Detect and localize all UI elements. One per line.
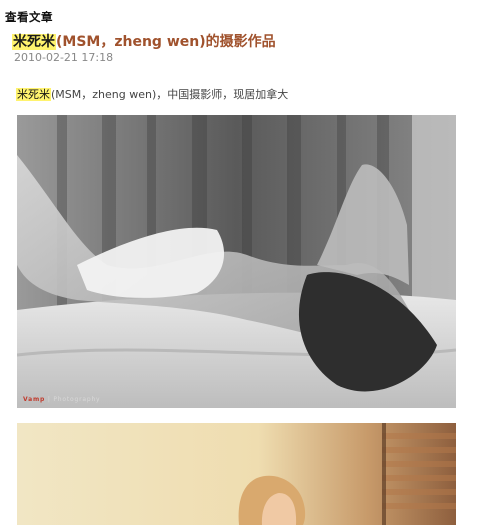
article-title[interactable]: 米死米(MSM，zheng wen)的摄影作品 bbox=[12, 32, 276, 52]
intro-highlight: 米死米 bbox=[16, 88, 51, 101]
title-highlight: 米死米 bbox=[12, 34, 56, 50]
section-header: 查看文章 bbox=[5, 10, 53, 24]
watermark-text: | Photography bbox=[47, 396, 101, 403]
article-date: 2010-02-21 17:18 bbox=[14, 51, 114, 64]
title-text: (MSM，zheng wen)的摄影作品 bbox=[56, 34, 276, 50]
photo-watermark: Vamp | Photography bbox=[23, 396, 100, 403]
photo-2[interactable] bbox=[17, 423, 456, 525]
intro-text: (MSM，zheng wen)，中国摄影师，现居加拿大 bbox=[51, 88, 289, 101]
watermark-brand: Vamp bbox=[23, 396, 46, 403]
article-intro: 米死米(MSM，zheng wen)，中国摄影师，现居加拿大 bbox=[16, 87, 288, 103]
photo-1-image bbox=[17, 115, 456, 408]
photo-1[interactable]: Vamp | Photography bbox=[17, 115, 456, 408]
photo-2-image bbox=[17, 423, 456, 525]
